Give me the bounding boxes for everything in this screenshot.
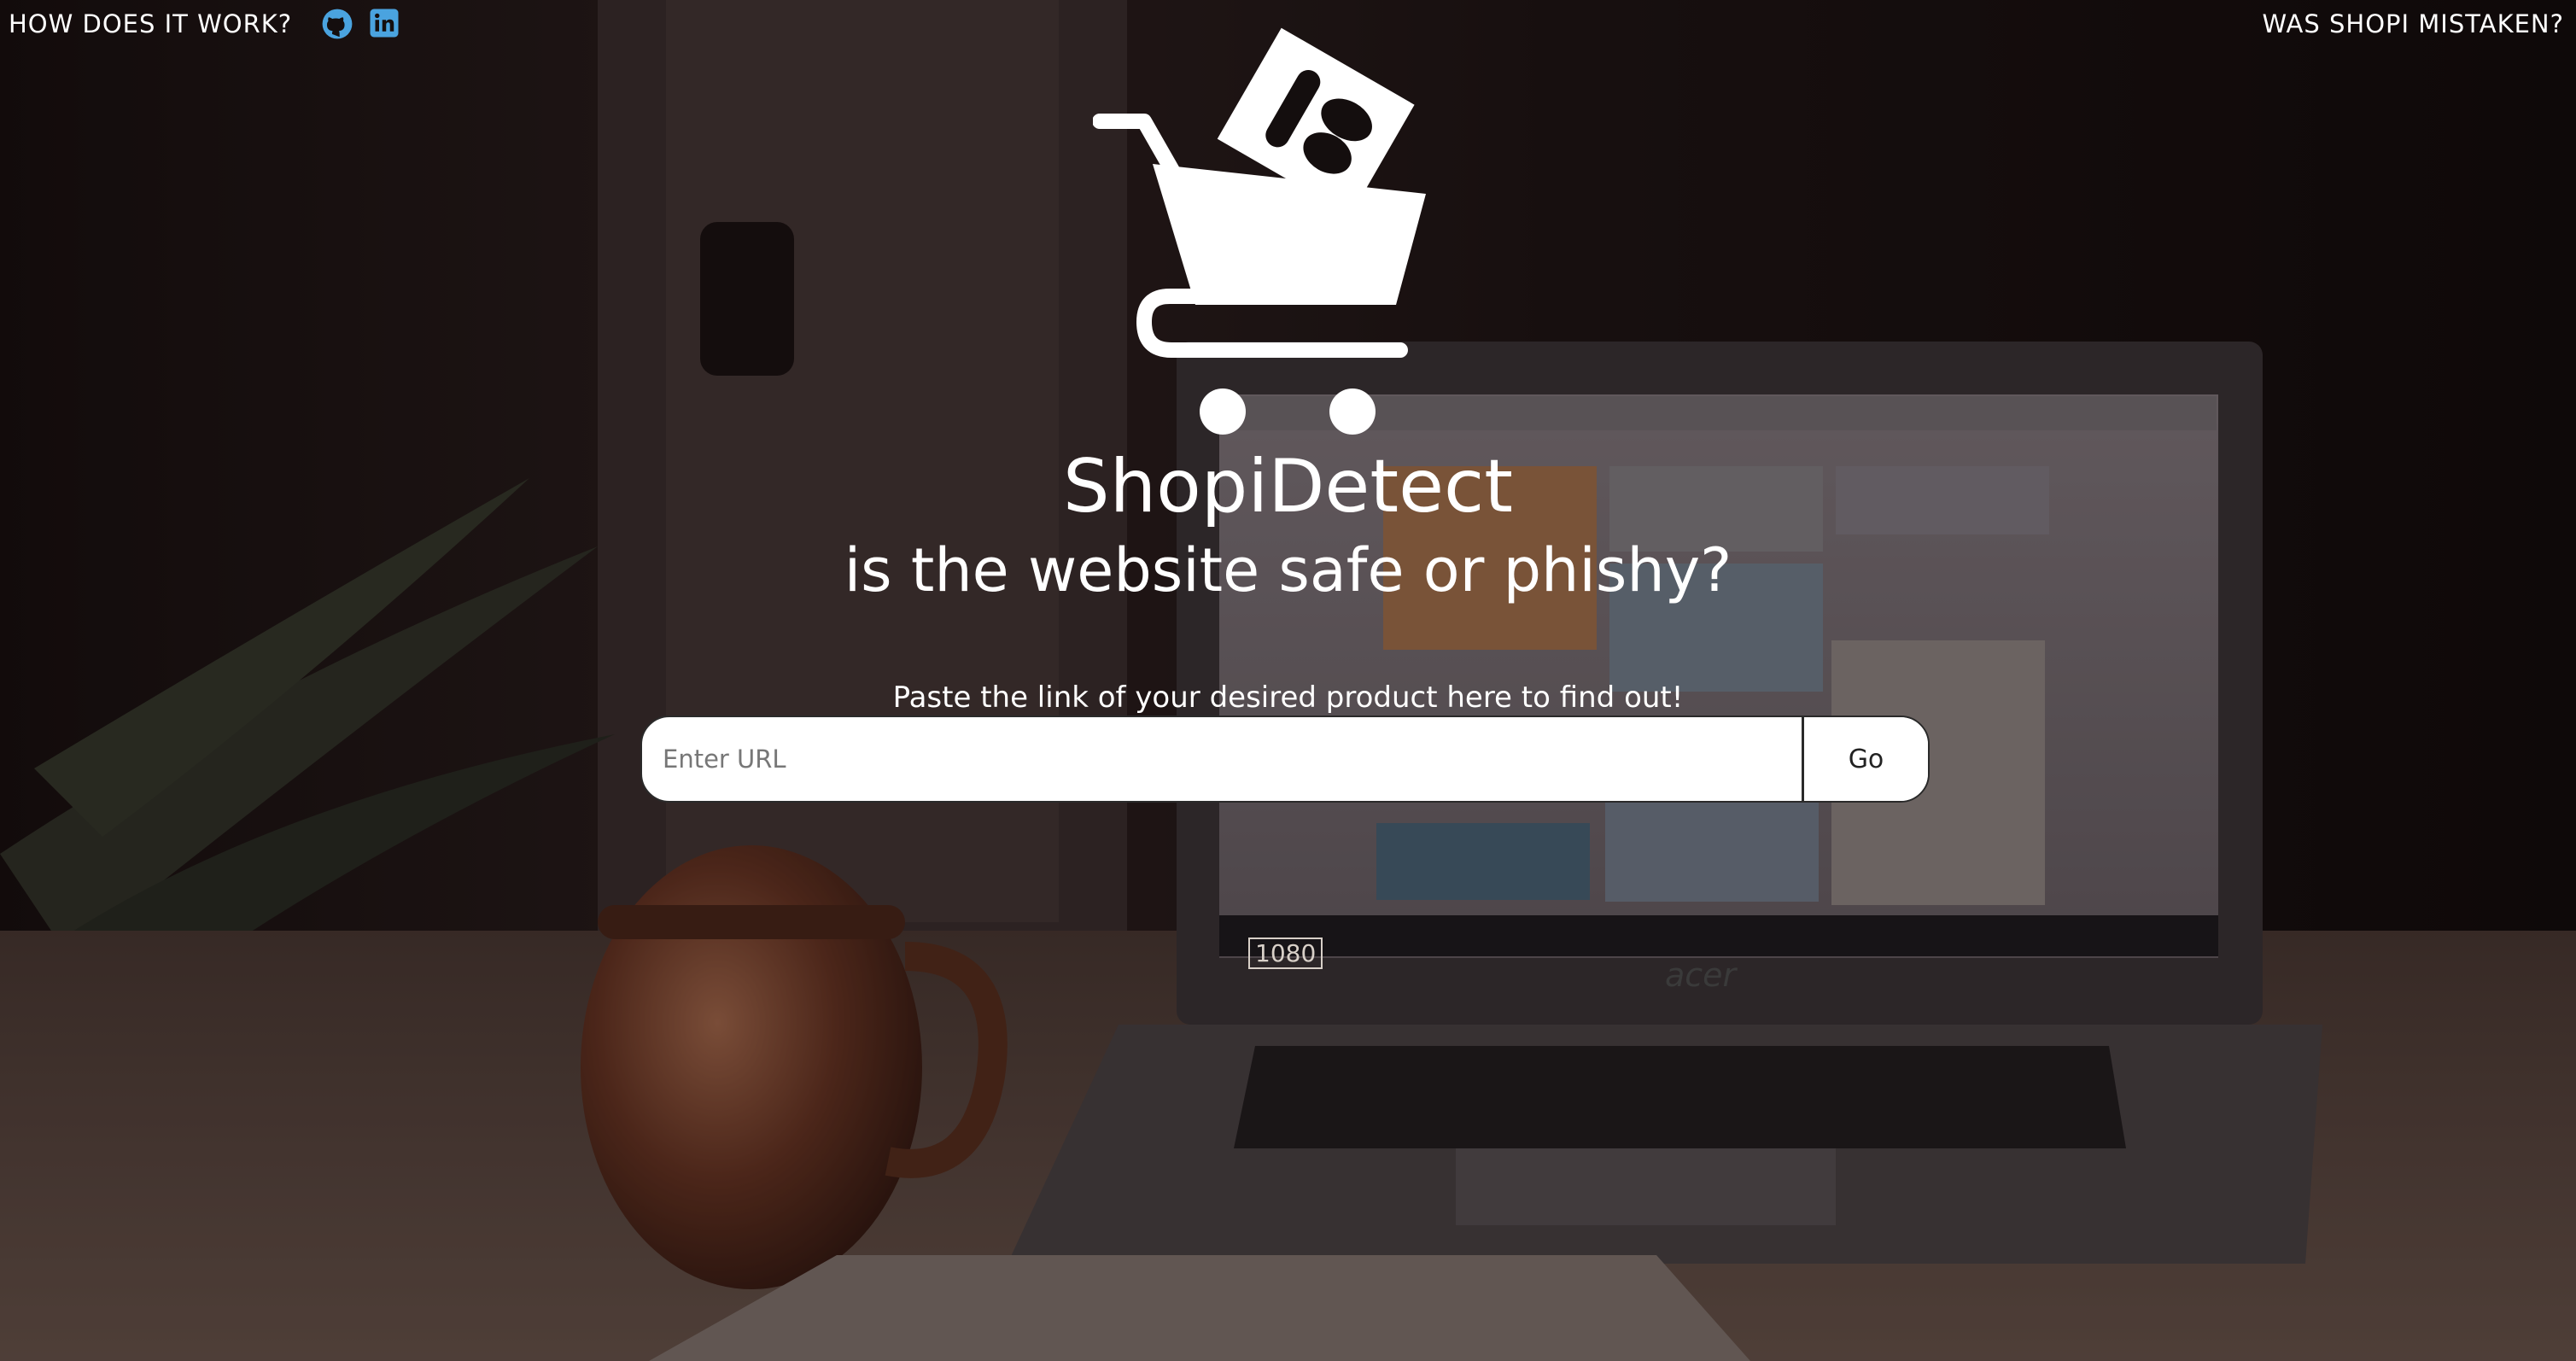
- instructions-text: Paste the link of your desired product h…: [892, 680, 1684, 715]
- how-it-works-link[interactable]: HOW DOES IT WORK?: [9, 7, 292, 41]
- url-search-form: Go: [640, 716, 1930, 803]
- nav-left-group: HOW DOES IT WORK?: [9, 7, 401, 41]
- url-input[interactable]: [642, 717, 1802, 801]
- page: acer 1080 HOW DOES IT WORK? WAS SHOPI MI…: [0, 0, 2576, 1361]
- laptop-brand: acer: [1665, 956, 1737, 994]
- top-navigation: HOW DOES IT WORK? WAS SHOPI MISTAKEN?: [0, 0, 2576, 51]
- linkedin-icon[interactable]: [369, 8, 401, 40]
- shopping-cart-logo-icon: [1093, 27, 1426, 435]
- github-icon[interactable]: [321, 8, 353, 40]
- app-subtitle: is the website safe or phishy?: [844, 535, 1732, 605]
- go-button[interactable]: Go: [1802, 717, 1928, 801]
- app-title: ShopiDetect: [1063, 444, 1513, 529]
- nav-right-group: WAS SHOPI MISTAKEN?: [2262, 7, 2564, 41]
- was-mistaken-link[interactable]: WAS SHOPI MISTAKEN?: [2262, 9, 2564, 38]
- resolution-badge: 1080: [1248, 938, 1323, 969]
